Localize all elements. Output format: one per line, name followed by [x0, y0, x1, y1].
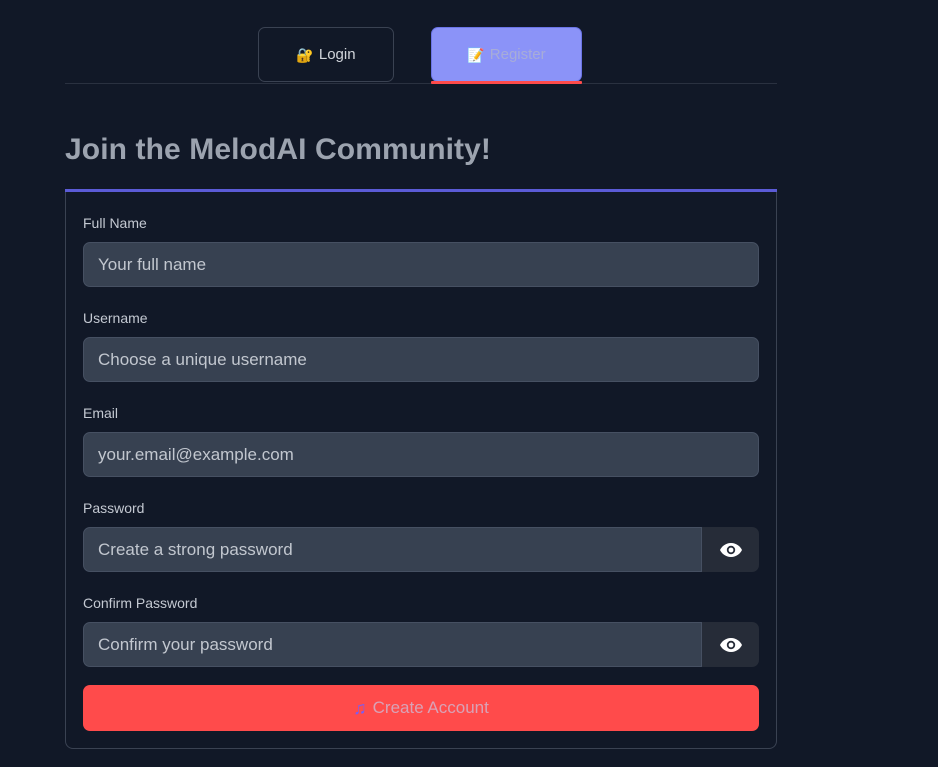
lock-icon: 🔐	[296, 46, 314, 63]
username-field	[83, 337, 759, 382]
email-label: Email	[83, 405, 119, 421]
confirm-password-visibility-toggle[interactable]	[702, 622, 759, 667]
full-name-input[interactable]	[98, 254, 744, 275]
confirm-password-input[interactable]	[98, 634, 687, 655]
register-page: 🔐 Login 📝 Register Join the MelodAI Comm…	[0, 0, 938, 767]
tab-login[interactable]: 🔐 Login	[258, 27, 394, 82]
page-title: Join the MelodAI Community!	[65, 133, 492, 166]
tab-register-label: Register	[489, 46, 546, 63]
email-input[interactable]	[98, 444, 744, 465]
password-field	[83, 527, 702, 572]
confirm-password-label: Confirm Password	[83, 595, 198, 611]
create-account-label: Create Account	[372, 698, 489, 717]
create-account-button[interactable]: ♫ Create Account	[83, 685, 759, 731]
username-input[interactable]	[98, 349, 744, 370]
tab-register[interactable]: 📝 Register	[431, 27, 582, 82]
full-name-field	[83, 242, 759, 287]
confirm-password-field	[83, 622, 702, 667]
password-input[interactable]	[98, 539, 687, 560]
password-label: Password	[83, 500, 145, 516]
auth-tab-bar: 🔐 Login 📝 Register	[65, 0, 777, 84]
eye-icon	[719, 542, 742, 557]
tab-login-label: Login	[318, 46, 356, 63]
music-note-icon: ♫	[353, 698, 367, 718]
username-label: Username	[83, 310, 148, 326]
register-form: Full Name Username Email Password Confir…	[65, 192, 777, 749]
active-tab-indicator	[431, 81, 582, 84]
email-field	[83, 432, 759, 477]
full-name-label: Full Name	[83, 215, 147, 231]
eye-icon	[719, 637, 742, 652]
password-visibility-toggle[interactable]	[702, 527, 759, 572]
memo-icon: 📝	[467, 46, 485, 63]
